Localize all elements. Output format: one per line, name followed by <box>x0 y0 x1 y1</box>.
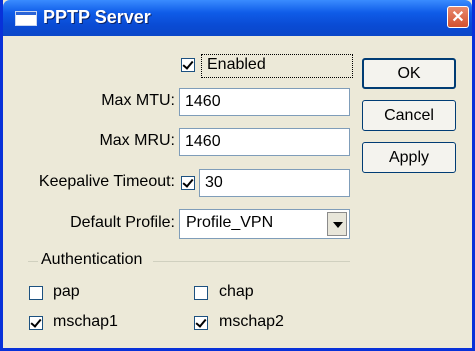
keepalive-timeout-checkbox[interactable] <box>181 176 195 190</box>
cancel-button[interactable]: Cancel <box>362 100 456 131</box>
enabled-label[interactable]: Enabled <box>207 56 266 74</box>
pap-checkbox[interactable] <box>29 286 43 300</box>
chap-checkbox[interactable] <box>194 286 208 300</box>
default-profile-label: Default Profile: <box>70 214 175 231</box>
pap-label[interactable]: pap <box>53 283 80 301</box>
chevron-down-icon[interactable] <box>327 212 347 236</box>
default-profile-value: Profile_VPN <box>186 214 274 231</box>
mschap2-label[interactable]: mschap2 <box>219 313 284 331</box>
title-bar[interactable]: PPTP Server ✕ <box>3 0 472 36</box>
default-profile-select[interactable]: Profile_VPN <box>179 209 350 239</box>
max-mtu-input[interactable]: 1460 <box>179 88 350 116</box>
mschap1-checkbox[interactable] <box>29 316 43 330</box>
close-button[interactable]: ✕ <box>447 6 469 28</box>
enabled-checkbox[interactable] <box>181 58 195 72</box>
keepalive-timeout-label: Keepalive Timeout: <box>38 173 175 190</box>
keepalive-timeout-input[interactable]: 30 <box>199 169 350 197</box>
mschap2-checkbox[interactable] <box>194 316 208 330</box>
authentication-group-title: Authentication <box>41 251 143 268</box>
max-mru-input[interactable]: 1460 <box>179 128 350 156</box>
apply-button[interactable]: Apply <box>362 142 456 173</box>
max-mru-label: Max MRU: <box>99 132 175 149</box>
group-divider-left <box>28 261 38 262</box>
group-divider-right <box>153 261 350 262</box>
window-app-icon <box>15 11 37 26</box>
chap-label[interactable]: chap <box>219 283 254 301</box>
window-title: PPTP Server <box>43 7 151 27</box>
ok-button[interactable]: OK <box>362 58 456 89</box>
close-icon: ✕ <box>451 9 465 26</box>
mschap1-label[interactable]: mschap1 <box>53 313 118 331</box>
max-mtu-label: Max MTU: <box>101 92 175 109</box>
